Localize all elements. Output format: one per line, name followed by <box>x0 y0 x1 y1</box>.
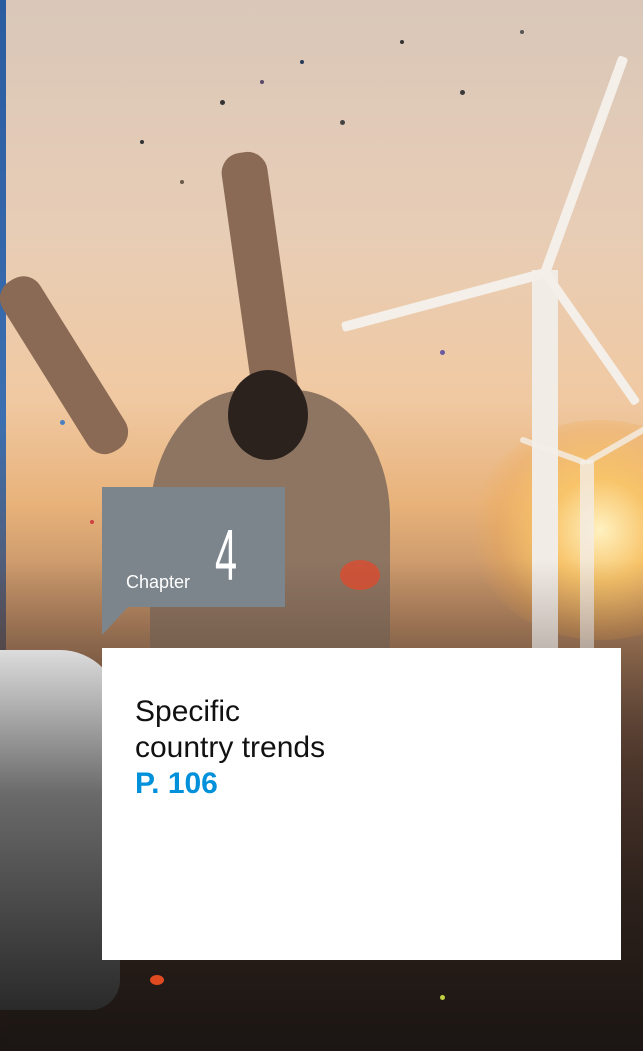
confetti <box>460 90 465 95</box>
confetti <box>260 80 264 84</box>
confetti <box>520 30 524 34</box>
confetti <box>300 60 304 64</box>
confetti <box>180 180 184 184</box>
chapter-card[interactable]: Specific country trends P. 106 <box>102 648 621 960</box>
page-reference-link[interactable]: P. 106 <box>135 766 218 802</box>
raised-arm <box>0 268 136 462</box>
chapter-tag-pointer <box>102 607 128 635</box>
chapter-number: 4 <box>215 516 238 596</box>
confetti <box>90 520 94 524</box>
confetti <box>140 140 144 144</box>
confetti <box>60 420 65 425</box>
chapter-title-line: Specific <box>135 695 241 728</box>
confetti <box>220 100 225 105</box>
chapter-title: Specific country trends <box>135 694 575 766</box>
confetti <box>340 560 380 590</box>
chapter-label: Chapter <box>126 572 191 592</box>
confetti <box>440 350 445 355</box>
confetti <box>150 975 164 985</box>
turbine-blade <box>540 55 629 275</box>
confetti <box>340 120 345 125</box>
confetti <box>400 40 404 44</box>
turbine-blade <box>340 268 547 333</box>
chapter-title-line: country trends <box>135 731 326 764</box>
confetti <box>440 995 445 1000</box>
person-head <box>228 370 308 460</box>
